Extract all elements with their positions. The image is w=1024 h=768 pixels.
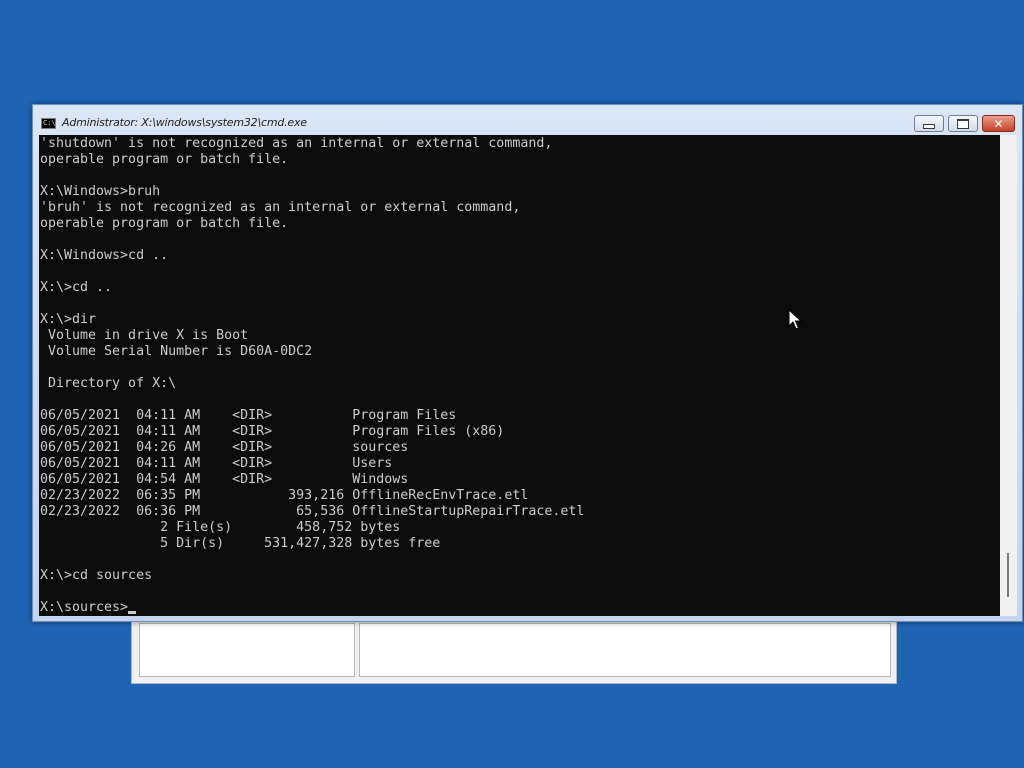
- background-dialog-right-pane: [359, 623, 891, 677]
- console-line: 06/05/2021 04:11 AM <DIR> Users: [40, 456, 393, 471]
- maximize-icon: [957, 118, 969, 129]
- minimize-button[interactable]: [914, 115, 944, 132]
- console-line: 'shutdown' is not recognized as an inter…: [40, 136, 553, 151]
- console-line: Volume in drive X is Boot: [40, 328, 249, 343]
- close-icon: ✕: [993, 116, 1004, 131]
- console-line: 02/23/2022 06:36 PM 65,536 OfflineStartu…: [40, 504, 585, 519]
- console-line: 06/05/2021 04:26 AM <DIR> sources: [40, 440, 409, 455]
- console-line: 06/05/2021 04:11 AM <DIR> Program Files: [40, 408, 457, 423]
- console-line: Directory of X:\: [40, 376, 177, 391]
- console-output[interactable]: 'shutdown' is not recognized as an inter…: [39, 135, 1000, 616]
- console-line: X:\>dir: [40, 312, 97, 327]
- console-line: 06/05/2021 04:54 AM <DIR> Windows: [40, 472, 409, 487]
- console-line: Volume Serial Number is D60A-0DC2: [40, 344, 313, 359]
- console-line: 2 File(s) 458,752 bytes: [40, 520, 401, 535]
- console-line: X:\Windows>bruh: [40, 184, 161, 199]
- title-bar[interactable]: C:\ Administrator: X:\windows\system32\c…: [33, 105, 1022, 134]
- console-line: 06/05/2021 04:11 AM <DIR> Program Files …: [40, 424, 505, 439]
- console-line: operable program or batch file.: [40, 216, 289, 231]
- scrollbar-thumb[interactable]: [1007, 553, 1009, 597]
- text-cursor: [128, 611, 136, 614]
- console-line: X:\Windows>cd ..: [40, 248, 169, 263]
- background-dialog-left-pane: [139, 623, 355, 677]
- vertical-scrollbar[interactable]: [1000, 135, 1017, 616]
- cmd-window[interactable]: C:\ Administrator: X:\windows\system32\c…: [32, 104, 1023, 622]
- console-line: 'bruh' is not recognized as an internal …: [40, 200, 521, 215]
- console-text: 'shutdown' is not recognized as an inter…: [40, 136, 584, 616]
- maximize-button[interactable]: [948, 115, 978, 132]
- console-line: 02/23/2022 06:35 PM 393,216 OfflineRecEn…: [40, 488, 529, 503]
- window-title: Administrator: X:\windows\system32\cmd.e…: [62, 116, 307, 129]
- console-line: 5 Dir(s) 531,427,328 bytes free: [40, 536, 441, 551]
- console-line: X:\>cd sources: [40, 568, 153, 583]
- mouse-pointer-icon: [788, 309, 802, 330]
- close-button[interactable]: ✕: [982, 115, 1015, 132]
- console-line: X:\sources>: [40, 600, 129, 615]
- cmd-app-icon[interactable]: C:\: [41, 118, 56, 129]
- console-line: operable program or batch file.: [40, 152, 289, 167]
- minimize-icon: [923, 124, 935, 129]
- console-line: X:\>cd ..: [40, 280, 113, 295]
